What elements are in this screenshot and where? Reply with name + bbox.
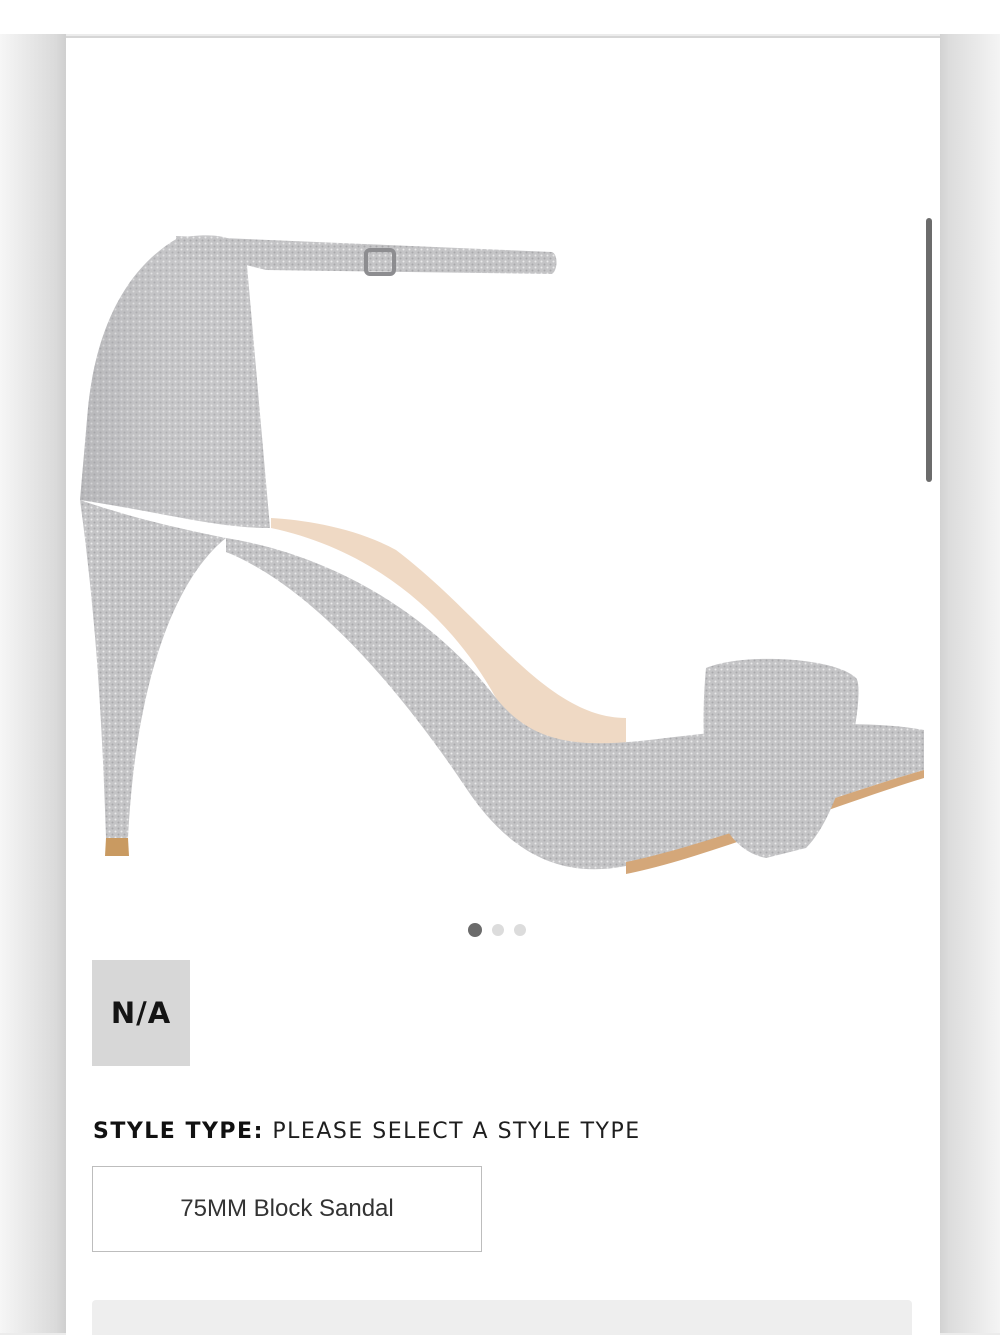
bottom-action-bar[interactable] — [92, 1300, 912, 1335]
scrollbar[interactable] — [926, 218, 932, 482]
product-page: N/A STYLE TYPE: PLEASE SELECT A STYLE TY… — [66, 36, 940, 1335]
style-option-label: 75MM Block Sandal — [180, 1195, 394, 1222]
style-type-key: STYLE TYPE: — [93, 1119, 264, 1144]
style-type-heading: STYLE TYPE: PLEASE SELECT A STYLE TYPE — [93, 1119, 641, 1144]
sandal-stiletto-heel — [80, 500, 226, 838]
product-image[interactable] — [66, 158, 940, 898]
carousel-dot-3[interactable] — [514, 924, 526, 936]
swatch-label: N/A — [110, 996, 172, 1030]
color-swatch[interactable]: N/A — [92, 960, 190, 1066]
background-left — [0, 34, 66, 1333]
top-strip — [0, 0, 1000, 34]
style-option-button[interactable]: 75MM Block Sandal — [92, 1166, 482, 1252]
carousel-dots[interactable] — [468, 922, 526, 938]
style-type-prompt: PLEASE SELECT A STYLE TYPE — [272, 1119, 641, 1144]
carousel-dot-1[interactable] — [468, 923, 482, 937]
background-right — [940, 34, 1000, 1333]
carousel-dot-2[interactable] — [492, 924, 504, 936]
sandal-toe-strap — [703, 658, 859, 858]
